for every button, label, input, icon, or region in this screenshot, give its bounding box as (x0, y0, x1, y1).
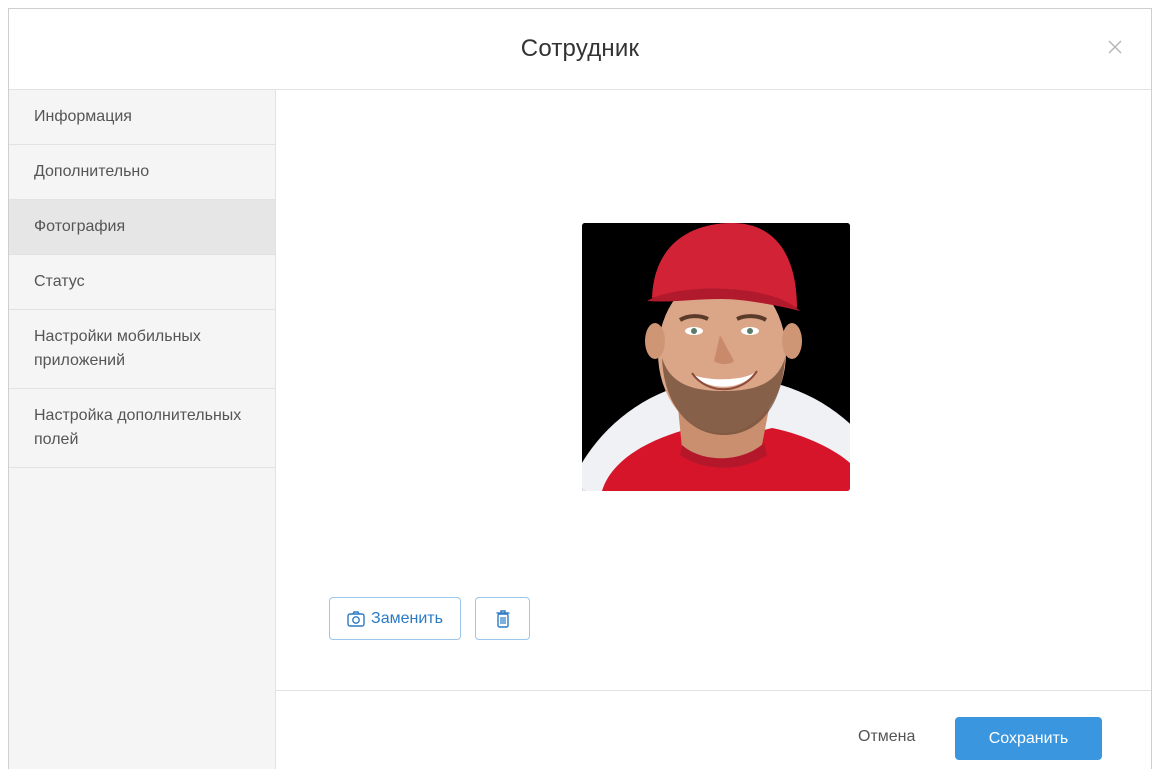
sidebar-item-information[interactable]: Информация (9, 90, 275, 145)
sidebar-item-label: Настройки мобильных приложений (34, 328, 201, 369)
replace-photo-button[interactable]: Заменить (329, 597, 461, 640)
dialog-footer: Отмена Сохранить (276, 690, 1151, 769)
cancel-button[interactable]: Отмена (858, 728, 915, 746)
save-button[interactable]: Сохранить (955, 717, 1102, 760)
close-icon (1108, 40, 1122, 54)
replace-photo-label: Заменить (371, 609, 443, 627)
employee-photo (582, 223, 850, 491)
camera-icon (347, 610, 365, 627)
sidebar: Информация Дополнительно Фотография Стат… (9, 90, 276, 769)
delete-photo-button[interactable] (475, 597, 530, 640)
dialog-title: Сотрудник (520, 35, 640, 62)
sidebar-item-label: Фотография (34, 218, 126, 235)
sidebar-item-additional[interactable]: Дополнительно (9, 145, 275, 200)
sidebar-item-status[interactable]: Статус (9, 255, 275, 310)
sidebar-item-mobile-settings[interactable]: Настройки мобильных приложений (9, 310, 275, 389)
sidebar-item-photo[interactable]: Фотография (9, 200, 275, 255)
trash-icon (496, 609, 509, 628)
photo-panel: Заменить Отмена Сохранить (276, 90, 1151, 769)
sidebar-item-label: Статус (34, 273, 85, 290)
employee-dialog: Сотрудник Информация Дополнительно Фотог… (8, 8, 1152, 769)
dialog-header: Сотрудник (9, 9, 1151, 90)
photo-actions: Заменить (329, 597, 530, 640)
sidebar-item-label: Настройка дополнительных полей (34, 407, 242, 448)
close-button[interactable] (1105, 37, 1125, 57)
sidebar-item-extra-fields[interactable]: Настройка дополнительных полей (9, 389, 275, 468)
sidebar-item-label: Информация (34, 108, 132, 125)
sidebar-item-label: Дополнительно (34, 163, 150, 180)
